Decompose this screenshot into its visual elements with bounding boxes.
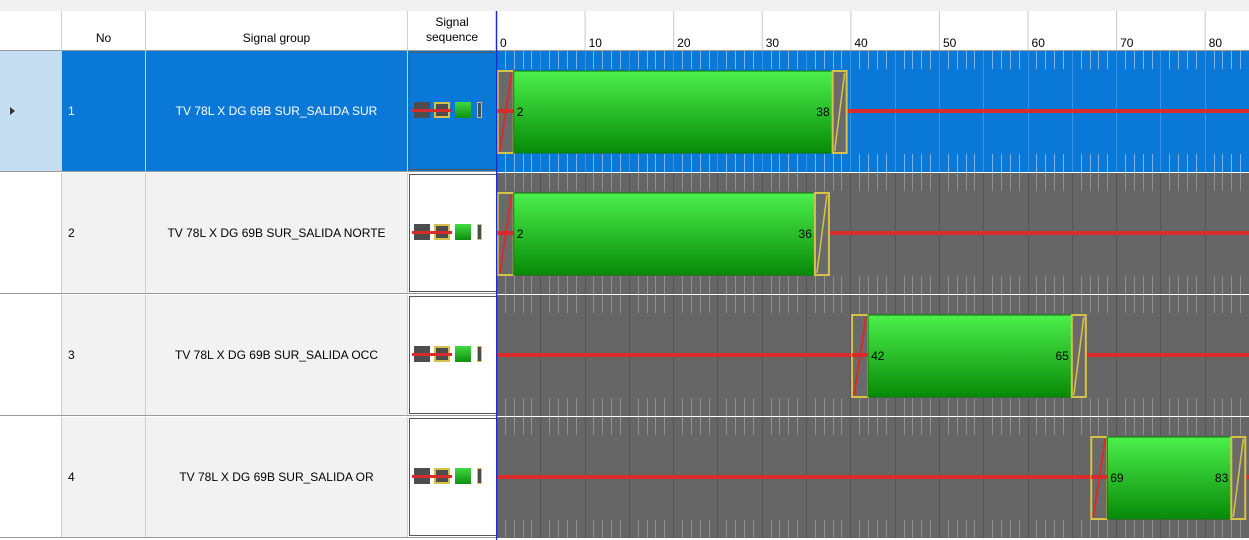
- row-no-cell[interactable]: 4: [62, 417, 146, 537]
- timeline-row: 2 36: [496, 173, 1249, 294]
- timeline-tick-label: 30: [766, 36, 780, 50]
- green-start-label: 2: [517, 227, 524, 241]
- row-signal-group-name: TV 78L X DG 69B SUR_SALIDA OR: [179, 470, 374, 484]
- header-no[interactable]: No: [62, 11, 146, 51]
- timeline-tick-label: 80: [1209, 36, 1223, 50]
- signal-group-grid: No Signal group Signal sequence 1 TV 78L …: [0, 0, 1249, 540]
- red-sequence-bar-icon: [412, 231, 452, 234]
- red-sequence-bar-icon: [412, 353, 452, 356]
- header-signal-group-label: Signal group: [242, 31, 311, 45]
- green-phase-block: [1106, 436, 1232, 520]
- amber-state-icon: [477, 102, 482, 118]
- green-end-label: 36: [799, 227, 813, 241]
- header-no-label: No: [95, 31, 112, 45]
- green-end-label: 83: [1215, 471, 1229, 485]
- timeline-tick-label: 70: [1120, 36, 1134, 50]
- row-signal-group-cell[interactable]: TV 78L X DG 69B SUR_SALIDA OCC: [146, 295, 408, 415]
- red-sequence-bar-icon: [412, 109, 452, 112]
- row-selector[interactable]: [0, 51, 62, 171]
- red-phase-bar-overlay: [1091, 475, 1108, 479]
- timeline-tick-label: 0: [500, 36, 507, 50]
- red-phase-bar-overlay: [497, 109, 514, 113]
- row-signal-group-name: TV 78L X DG 69B SUR_SALIDA OCC: [175, 348, 378, 362]
- row-signal-group-cell[interactable]: TV 78L X DG 69B SUR_SALIDA SUR: [146, 51, 408, 171]
- red-sequence-bar-icon: [412, 475, 452, 478]
- row-no: 2: [68, 226, 75, 240]
- header-selector: [0, 11, 62, 51]
- green-phase-block: [867, 314, 1073, 398]
- timeline-row: 69 83: [496, 417, 1249, 538]
- header-signal-sequence-label: Signal sequence: [425, 15, 479, 44]
- green-state-icon: [455, 224, 471, 240]
- row-signal-group-name: TV 78L X DG 69B SUR_SALIDA SUR: [175, 104, 378, 118]
- green-start-label: 42: [871, 349, 885, 363]
- row-no-cell[interactable]: 1: [62, 51, 146, 171]
- timeline-row: 2 38: [496, 51, 1249, 172]
- green-phase-block: [513, 192, 816, 276]
- timeline-tick-label: 10: [589, 36, 603, 50]
- row-no-cell[interactable]: 3: [62, 295, 146, 415]
- timeline-tick-label: 20: [677, 36, 691, 50]
- timeline-tick-label: 40: [854, 36, 868, 50]
- timeline-row: 42 65: [496, 295, 1249, 416]
- green-state-icon: [455, 346, 471, 362]
- row-no: 3: [68, 348, 75, 362]
- green-start-label: 69: [1110, 471, 1124, 485]
- green-start-label: 2: [517, 105, 524, 119]
- green-state-icon: [455, 468, 471, 484]
- row-signal-sequence-cell[interactable]: [408, 173, 496, 293]
- red-phase-bar-overlay: [852, 353, 869, 357]
- row-signal-sequence-cell[interactable]: [408, 417, 496, 537]
- row-signal-sequence-cell[interactable]: [408, 51, 496, 171]
- current-row-arrow-icon: [10, 107, 15, 115]
- green-end-label: 38: [816, 105, 830, 119]
- row-selector[interactable]: [0, 417, 62, 537]
- row-signal-group-cell[interactable]: TV 78L X DG 69B SUR_SALIDA NORTE: [146, 173, 408, 293]
- timeline-tick-label: 60: [1032, 36, 1046, 50]
- amber-state-icon: [477, 224, 482, 240]
- timeline-header: [496, 11, 1249, 51]
- row-selector[interactable]: [0, 173, 62, 293]
- header-signal-group[interactable]: Signal group: [146, 11, 408, 51]
- red-phase-bar-overlay: [497, 231, 514, 235]
- row-no: 4: [68, 470, 75, 484]
- amber-state-icon: [477, 346, 482, 362]
- green-state-icon: [455, 102, 471, 118]
- row-no-cell[interactable]: 2: [62, 173, 146, 293]
- row-no: 1: [68, 104, 75, 118]
- row-signal-sequence-cell[interactable]: [408, 295, 496, 415]
- signal-timeline-chart[interactable]: 010203040506070808523823642656983: [496, 11, 1249, 540]
- row-signal-group-name: TV 78L X DG 69B SUR_SALIDA NORTE: [167, 226, 386, 240]
- amber-state-icon: [477, 468, 482, 484]
- row-selector[interactable]: [0, 295, 62, 415]
- green-phase-block: [513, 70, 834, 154]
- row-signal-group-cell[interactable]: TV 78L X DG 69B SUR_SALIDA OR: [146, 417, 408, 537]
- header-signal-sequence[interactable]: Signal sequence: [408, 11, 496, 51]
- green-end-label: 65: [1055, 349, 1069, 363]
- timeline-tick-label: 50: [943, 36, 957, 50]
